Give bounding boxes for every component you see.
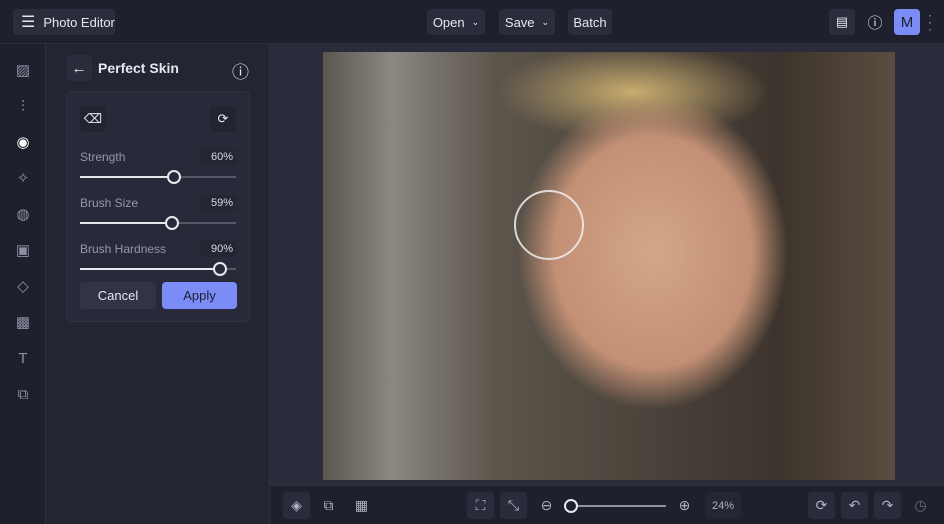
- layers-icon[interactable]: ◈: [283, 492, 310, 519]
- slider-fill: [80, 222, 173, 224]
- menu-button[interactable]: ☰ Photo Editor: [13, 9, 115, 35]
- chevron-down-icon: ⌄: [541, 16, 550, 27]
- app-title: Photo Editor: [43, 14, 115, 30]
- back-button[interactable]: ←: [66, 55, 92, 81]
- tool-panel: ← Perfect Skin ⓘ ⌫ ⟳ Strength 60% Brush …: [46, 44, 270, 524]
- slider-value[interactable]: 90%: [200, 241, 236, 257]
- undo-icon[interactable]: ↶: [841, 492, 868, 519]
- top-bar: ☰ Photo Editor Open ⌄ Save ⌄ Batch ▤ ⓘ M ·…: [0, 0, 944, 44]
- slider-label: Brush Size: [80, 196, 139, 210]
- open-button[interactable]: Open ⌄: [427, 9, 485, 35]
- apply-button[interactable]: Apply: [162, 282, 237, 309]
- canvas-area: [270, 44, 944, 485]
- slider-fill: [80, 176, 174, 178]
- comments-icon[interactable]: ▤: [829, 9, 855, 35]
- cancel-button[interactable]: Cancel: [80, 282, 156, 309]
- image-icon[interactable]: ▨: [13, 60, 33, 80]
- photo[interactable]: [323, 52, 895, 480]
- palette-icon[interactable]: ◍: [13, 204, 33, 224]
- reset-button[interactable]: ⟳: [210, 106, 236, 132]
- eye-icon[interactable]: ◉: [13, 132, 33, 152]
- chevron-down-icon: ⌄: [471, 16, 480, 27]
- actual-size-icon[interactable]: ⤡: [500, 492, 527, 519]
- slider-track[interactable]: [80, 170, 236, 184]
- fit-screen-icon[interactable]: ⛶: [467, 492, 494, 519]
- effects-icon[interactable]: ✧: [13, 168, 33, 188]
- zoom-in-icon[interactable]: ⊕: [671, 492, 698, 519]
- history-icon[interactable]: ◷: [907, 492, 934, 519]
- slider-value[interactable]: 60%: [200, 149, 236, 165]
- open-label: Open: [432, 14, 465, 30]
- panel-title: Perfect Skin: [98, 60, 179, 76]
- texture-icon[interactable]: ▩: [13, 312, 33, 332]
- info-icon[interactable]: ⓘ: [232, 58, 249, 83]
- help-icon[interactable]: ⓘ: [862, 9, 888, 35]
- grid-icon[interactable]: ▦: [348, 492, 375, 519]
- adjust-icon[interactable]: ⫶: [13, 96, 33, 116]
- save-label: Save: [504, 14, 535, 30]
- batch-button[interactable]: Batch: [568, 9, 612, 35]
- save-button[interactable]: Save ⌄: [499, 9, 555, 35]
- slider-track[interactable]: [80, 262, 236, 276]
- slider-track[interactable]: [80, 216, 236, 230]
- shapes-icon[interactable]: ◇: [13, 276, 33, 296]
- text-icon[interactable]: T: [13, 348, 33, 368]
- refresh-icon[interactable]: ⟳: [808, 492, 835, 519]
- slider-knob[interactable]: [165, 216, 180, 230]
- redo-icon[interactable]: ↷: [874, 492, 901, 519]
- eraser-button[interactable]: ⌫: [80, 106, 106, 132]
- slider-knob[interactable]: [166, 170, 181, 184]
- bottom-toolbar: ◈ ⧉ ▦ ⛶ ⤡ ⊖ ⊕ 24% ⟳ ↶ ↷ ◷: [270, 485, 944, 524]
- slider-label: Brush Hardness: [80, 242, 167, 256]
- settings-card: ⌫ ⟳ Strength 60% Brush Size 59% Brush Ha…: [66, 91, 250, 322]
- more-icon[interactable]: · · ·: [928, 9, 932, 35]
- hamburger-icon: ☰: [21, 14, 36, 31]
- zoom-out-icon[interactable]: ⊖: [533, 492, 560, 519]
- duplicate-icon[interactable]: ⧉: [315, 492, 342, 519]
- zoom-value[interactable]: 24%: [705, 492, 741, 519]
- slider-value[interactable]: 59%: [200, 195, 236, 211]
- tool-rail: ▨ ⫶ ◉ ✧ ◍ ▣ ◇ ▩ T ⧉: [0, 44, 46, 524]
- brush-cursor: [514, 190, 584, 260]
- zoom-slider[interactable]: [564, 499, 666, 513]
- overlay-icon[interactable]: ⧉: [13, 384, 33, 404]
- slider-label: Strength: [80, 150, 126, 164]
- avatar[interactable]: M: [894, 9, 920, 35]
- frame-icon[interactable]: ▣: [13, 240, 33, 260]
- slider-fill: [80, 268, 221, 270]
- zoom-knob[interactable]: [564, 499, 578, 513]
- slider-knob[interactable]: [213, 262, 228, 276]
